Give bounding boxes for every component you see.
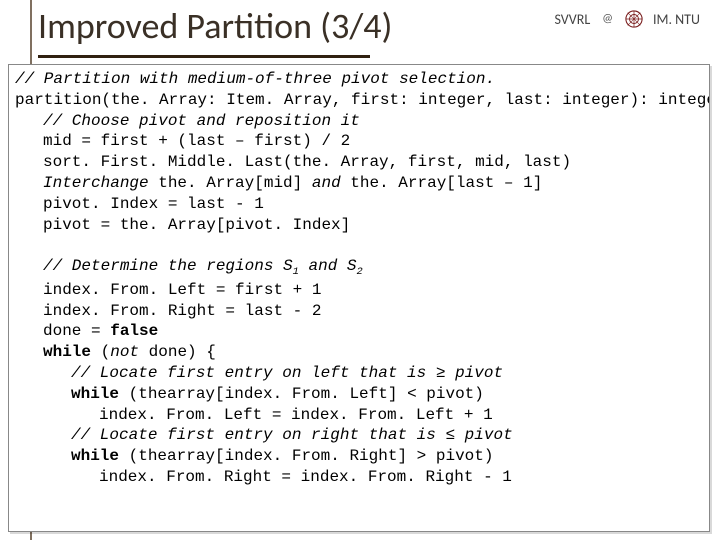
header-right-label: IM. NTU [653, 11, 700, 28]
code-blank [15, 235, 703, 256]
code-line: pivot. Index = last - 1 [15, 194, 703, 215]
code-line: index. From. Left = first + 1 [15, 280, 703, 301]
code-line: done = false [15, 321, 703, 342]
code-block: // Partition with medium-of-three pivot … [8, 64, 710, 532]
code-line: while (not done) { [15, 342, 703, 363]
header-right: SVVRL @ IM. NTU [554, 10, 700, 28]
header-left-label: SVVRL [554, 11, 590, 28]
title-row: Improved Partition (3/4) [0, 0, 720, 60]
code-comment: // Determine the regions S1 and S2 [15, 256, 703, 280]
code-line: partition(the. Array: Item. Array, first… [15, 90, 703, 111]
code-line: Interchange the. Array[mid] and the. Arr… [15, 173, 703, 194]
code-line: mid = first + (last – first) / 2 [15, 131, 703, 152]
code-comment: // Choose pivot and reposition it [15, 111, 703, 132]
code-comment: // Partition with medium-of-three pivot … [15, 69, 703, 90]
code-line: index. From. Right = last - 2 [15, 301, 703, 322]
ntu-logo-icon [625, 10, 643, 28]
code-line: while (thearray[index. From. Left] < piv… [15, 384, 703, 405]
code-comment: // Locate first entry on right that is ≤… [15, 425, 703, 446]
at-icon: @ [602, 12, 613, 26]
title-underline [38, 55, 370, 58]
code-line: sort. First. Middle. Last(the. Array, fi… [15, 152, 703, 173]
code-comment: // Locate first entry on left that is ≥ … [15, 363, 703, 384]
page-title: Improved Partition (3/4) [38, 4, 392, 48]
code-line: index. From. Left = index. From. Left + … [15, 405, 703, 426]
code-line: pivot = the. Array[pivot. Index] [15, 215, 703, 236]
code-line: index. From. Right = index. From. Right … [15, 467, 703, 488]
code-line: while (thearray[index. From. Right] > pi… [15, 446, 703, 467]
